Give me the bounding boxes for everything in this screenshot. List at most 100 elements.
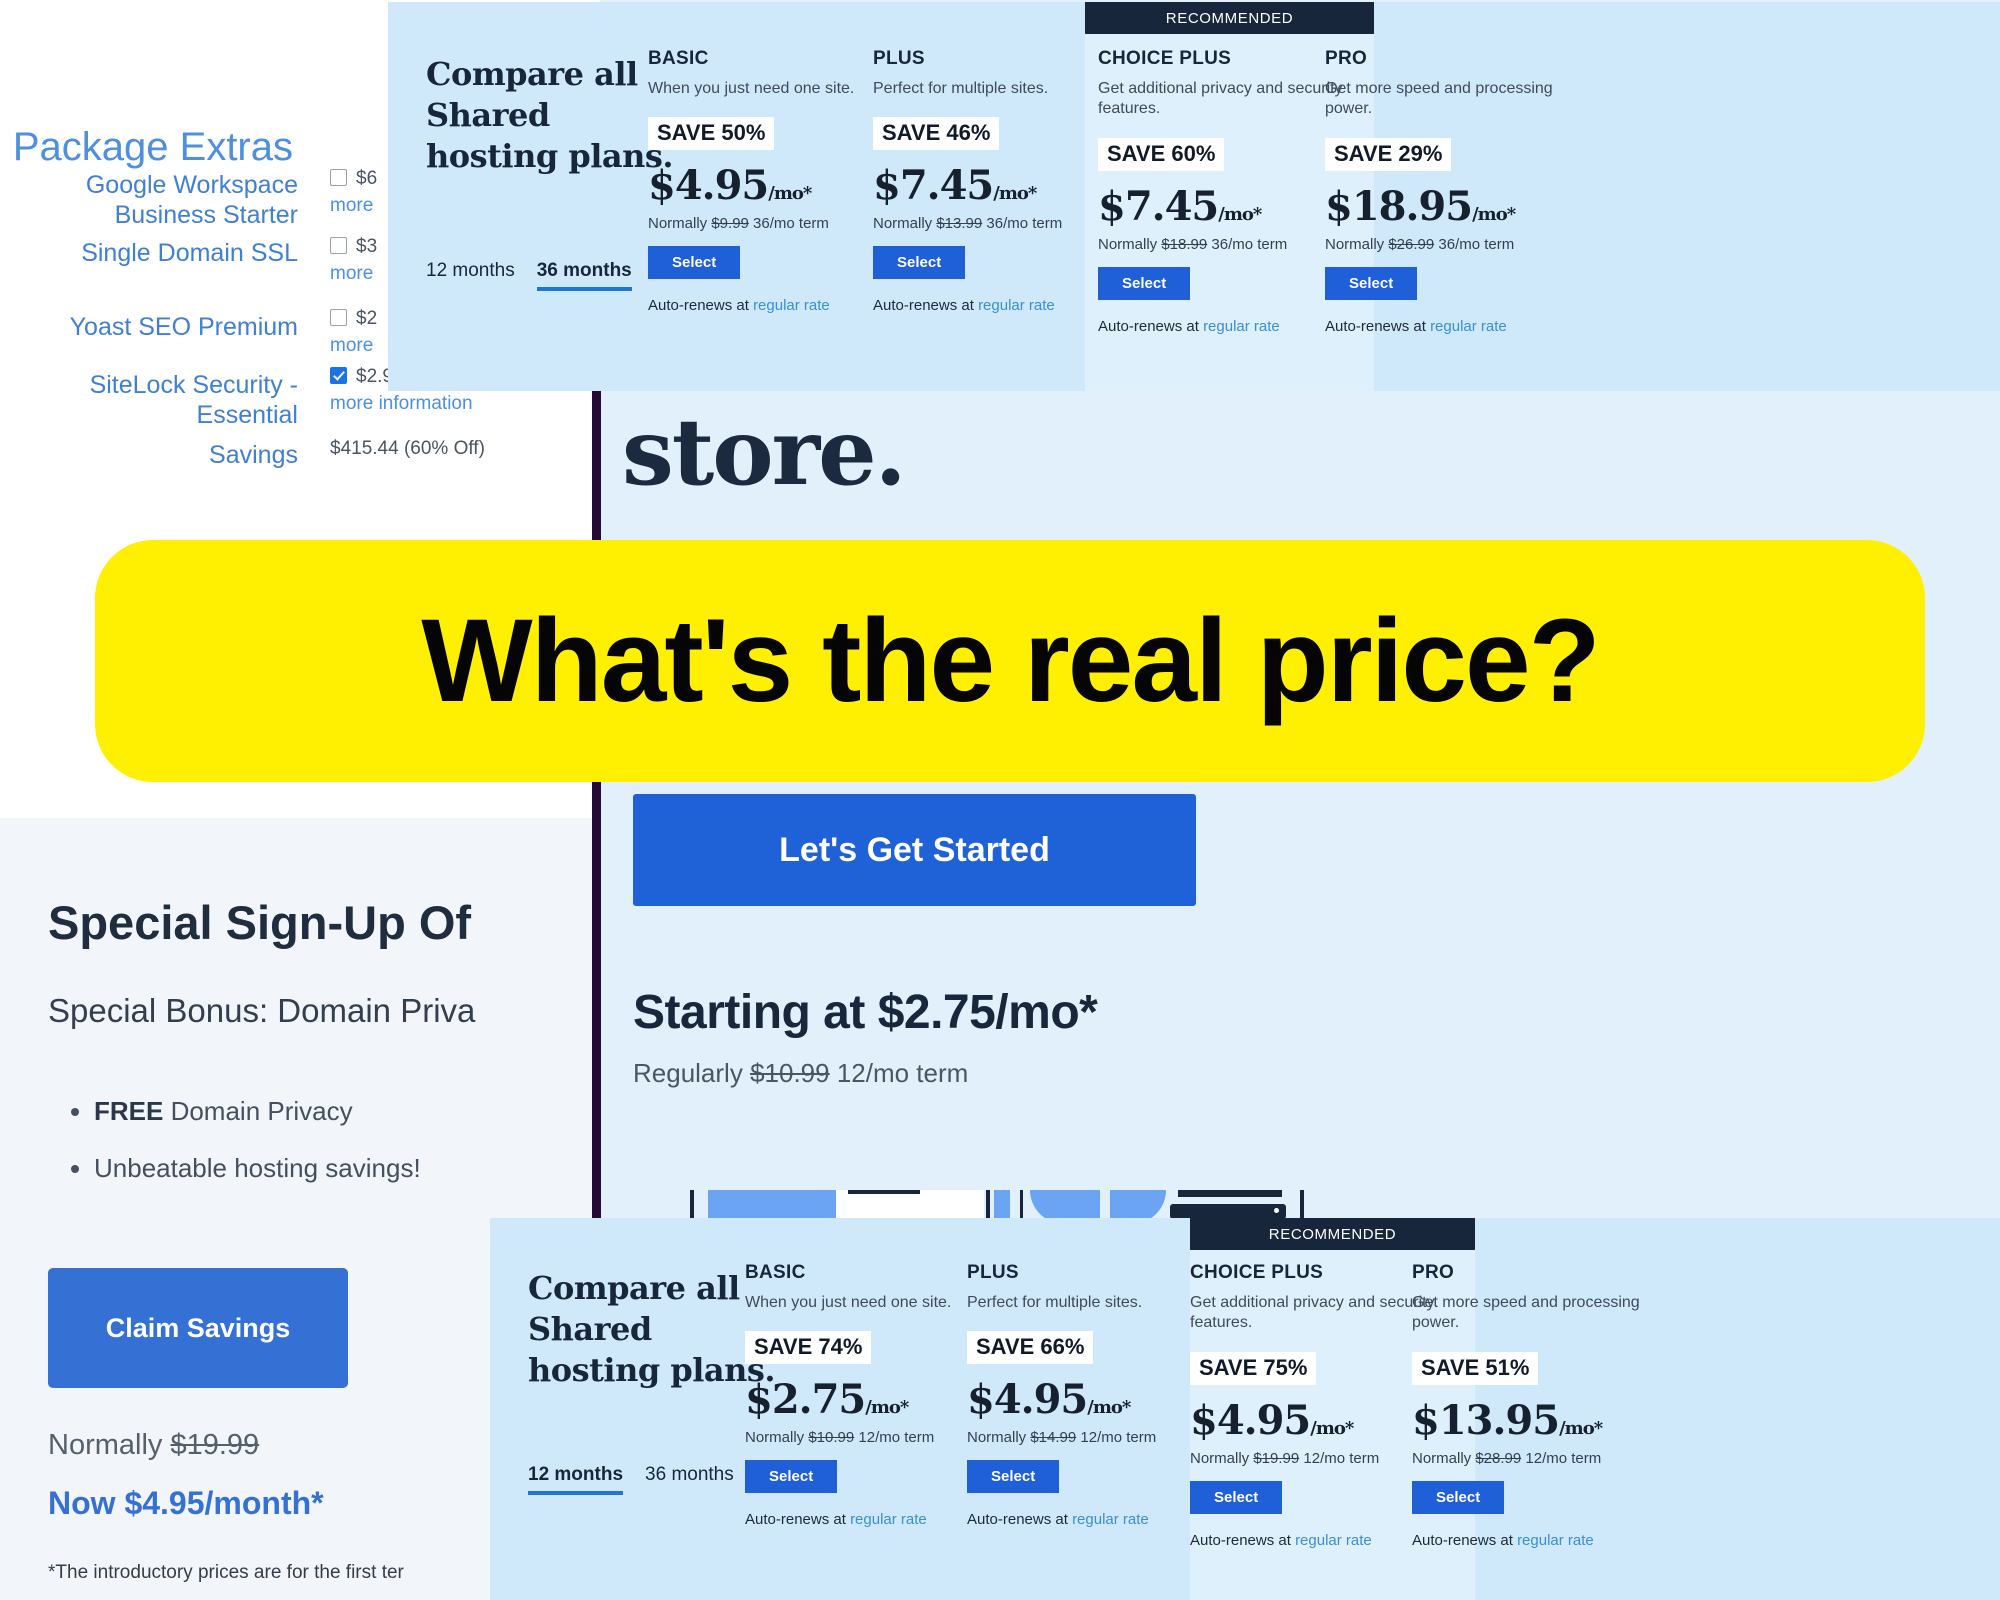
list-item: Unbeatable hosting savings! xyxy=(94,1153,421,1184)
bottom-term-toggle[interactable]: 12 months 36 months xyxy=(528,1464,756,1495)
plan-description: Get additional privacy and security feat… xyxy=(1190,1294,1435,1332)
plan-save-badge: SAVE 46% xyxy=(873,117,1000,151)
plan-normally: Normally $13.99 36/mo term xyxy=(873,215,1063,233)
plan-price-per: /mo* xyxy=(1087,1397,1131,1419)
plan-price: $13.95/mo* xyxy=(1412,1396,1603,1444)
plan-save-badge: SAVE 75% xyxy=(1190,1351,1317,1385)
package-extras-control-1[interactable]: $3 more xyxy=(330,236,377,285)
plan-price-per: /mo* xyxy=(1218,203,1262,225)
package-extras-control-0[interactable]: $6 more xyxy=(330,168,377,217)
checkbox-icon-single-domain-ssl[interactable] xyxy=(330,237,347,254)
plan-autorenew: Auto-renews at regular rate xyxy=(1325,317,1507,335)
more-info-link-3[interactable]: more information xyxy=(330,393,527,415)
plan-save-badge: SAVE 60% xyxy=(1098,137,1225,171)
plan-name: PLUS xyxy=(967,1262,1019,1283)
regular-rate-link[interactable]: regular rate xyxy=(1517,1532,1594,1549)
store-wordmark: store. xyxy=(622,398,907,506)
package-extras-price-2: $2 xyxy=(356,308,378,329)
plan-price-per: /mo* xyxy=(865,1397,909,1419)
top-term-toggle[interactable]: 12 months 36 months xyxy=(426,260,654,291)
package-extras-control-2[interactable]: $2 more xyxy=(330,308,377,357)
plan-autorenew: Auto-renews at regular rate xyxy=(745,1511,927,1529)
regular-rate-link[interactable]: regular rate xyxy=(1430,318,1507,335)
plan-normally-struck: $14.99 xyxy=(1030,1429,1077,1447)
select-button[interactable]: Select xyxy=(967,1460,1060,1494)
package-extras-price-1: $3 xyxy=(356,236,378,257)
special-offer-bullets: FREE Domain Privacy Unbeatable hosting s… xyxy=(72,1096,421,1210)
plan-save-badge: SAVE 50% xyxy=(648,117,775,151)
checkbox-icon-sitelock-security[interactable] xyxy=(330,367,347,384)
plan-name: PRO xyxy=(1412,1262,1455,1283)
plan-description: When you just need one site. xyxy=(745,1294,952,1311)
select-button[interactable]: Select xyxy=(1190,1480,1283,1514)
plan-price-per: /mo* xyxy=(1310,1417,1354,1439)
regular-rate-link[interactable]: regular rate xyxy=(753,297,830,314)
plan-autorenew: Auto-renews at regular rate xyxy=(648,297,830,315)
plan-price: $4.95/mo* xyxy=(1190,1396,1354,1444)
plan-price: $7.45/mo* xyxy=(1098,182,1262,230)
plan-price-per: /mo* xyxy=(768,183,812,205)
more-info-link-1[interactable]: more xyxy=(330,263,377,285)
regular-rate-link[interactable]: regular rate xyxy=(850,1511,927,1528)
select-button[interactable]: Select xyxy=(873,246,966,280)
package-extras-label-1: Single Domain SSL xyxy=(81,239,298,267)
plan-normally-struck: $9.99 xyxy=(711,215,749,233)
plan-save-badge: SAVE 74% xyxy=(745,1331,872,1365)
regular-rate-link[interactable]: regular rate xyxy=(1295,1532,1372,1549)
package-extras-label-2: Yoast SEO Premium xyxy=(69,313,298,341)
plan-name: CHOICE PLUS xyxy=(1098,48,1232,69)
bottom-plan-pro: PRO Get more speed and processing power.… xyxy=(1412,1262,1667,1549)
regular-rate-link[interactable]: regular rate xyxy=(978,297,1055,314)
top-recommended-badge: RECOMMENDED xyxy=(1085,2,1374,34)
checkbox-icon-yoast-seo-premium[interactable] xyxy=(330,309,347,326)
plan-name: BASIC xyxy=(745,1262,806,1283)
plan-price: $7.45/mo* xyxy=(873,162,1037,210)
plan-normally: Normally $10.99 12/mo term xyxy=(745,1429,935,1447)
lets-get-started-button[interactable]: Let's Get Started xyxy=(633,794,1196,906)
select-button[interactable]: Select xyxy=(1412,1480,1505,1514)
select-button[interactable]: Select xyxy=(1098,266,1191,300)
bottom-pricing-panel: RECOMMENDED Compare all Shared hosting p… xyxy=(490,1218,2000,1600)
plan-price: $2.75/mo* xyxy=(745,1376,909,1424)
plan-description: Get additional privacy and security feat… xyxy=(1098,80,1343,118)
cropped-logo-strip xyxy=(690,1182,1340,1222)
select-button[interactable]: Select xyxy=(745,1460,838,1494)
regular-rate-link[interactable]: regular rate xyxy=(1072,1511,1149,1528)
top-plan-plus: PLUS Perfect for multiple sites. SAVE 46… xyxy=(873,48,1128,314)
special-offer-title: Special Sign-Up Of xyxy=(48,896,472,949)
plan-save-badge: SAVE 66% xyxy=(967,1331,1094,1365)
package-extras-label-0: Google Workspace Business Starter xyxy=(85,171,298,229)
claim-savings-button[interactable]: Claim Savings xyxy=(48,1268,348,1388)
regular-rate-link[interactable]: regular rate xyxy=(1203,318,1280,335)
plan-name: BASIC xyxy=(648,48,709,69)
plan-price-per: /mo* xyxy=(1559,1417,1603,1439)
more-info-link-0[interactable]: more xyxy=(330,195,377,217)
select-button[interactable]: Select xyxy=(648,246,741,280)
plan-description: Perfect for multiple sites. xyxy=(967,1294,1143,1311)
screenshot-stage: Package Extras Google Workspace Business… xyxy=(0,0,2000,1600)
top-table-headline: Compare all Shared hosting plans. xyxy=(426,55,674,175)
plan-autorenew: Auto-renews at regular rate xyxy=(1412,1531,1594,1549)
plan-price-per: /mo* xyxy=(1472,203,1516,225)
package-extras-savings-value: $415.44 (60% Off) xyxy=(330,438,485,459)
plan-price: $4.95/mo* xyxy=(967,1376,1131,1424)
special-offer-normally-struck: $19.99 xyxy=(170,1429,260,1461)
package-extras-savings-label: Savings xyxy=(209,441,298,469)
top-term-36-months[interactable]: 36 months xyxy=(536,260,632,291)
top-term-12-months[interactable]: 12 months xyxy=(426,260,515,281)
package-extras-label-3: SiteLock Security - Essential xyxy=(89,371,298,429)
plan-normally: Normally $14.99 12/mo term xyxy=(967,1429,1157,1447)
bottom-term-12-months[interactable]: 12 months xyxy=(528,1464,624,1495)
checkbox-icon-google-workspace[interactable] xyxy=(330,169,347,186)
bottom-plan-basic: BASIC When you just need one site. SAVE … xyxy=(745,1262,1000,1528)
more-info-link-2[interactable]: more xyxy=(330,335,377,357)
plan-normally: Normally $19.99 12/mo term xyxy=(1190,1449,1380,1467)
overlay-question-text: What's the real price? xyxy=(421,595,1600,727)
plan-save-badge: SAVE 29% xyxy=(1325,137,1452,171)
special-offer-normally: Normally $19.99 xyxy=(48,1429,260,1461)
plan-name: CHOICE PLUS xyxy=(1190,1262,1324,1283)
plan-price: $4.95/mo* xyxy=(648,162,812,210)
bottom-term-36-months[interactable]: 36 months xyxy=(645,1464,734,1485)
select-button[interactable]: Select xyxy=(1325,266,1418,300)
plan-description: When you just need one site. xyxy=(648,80,855,97)
